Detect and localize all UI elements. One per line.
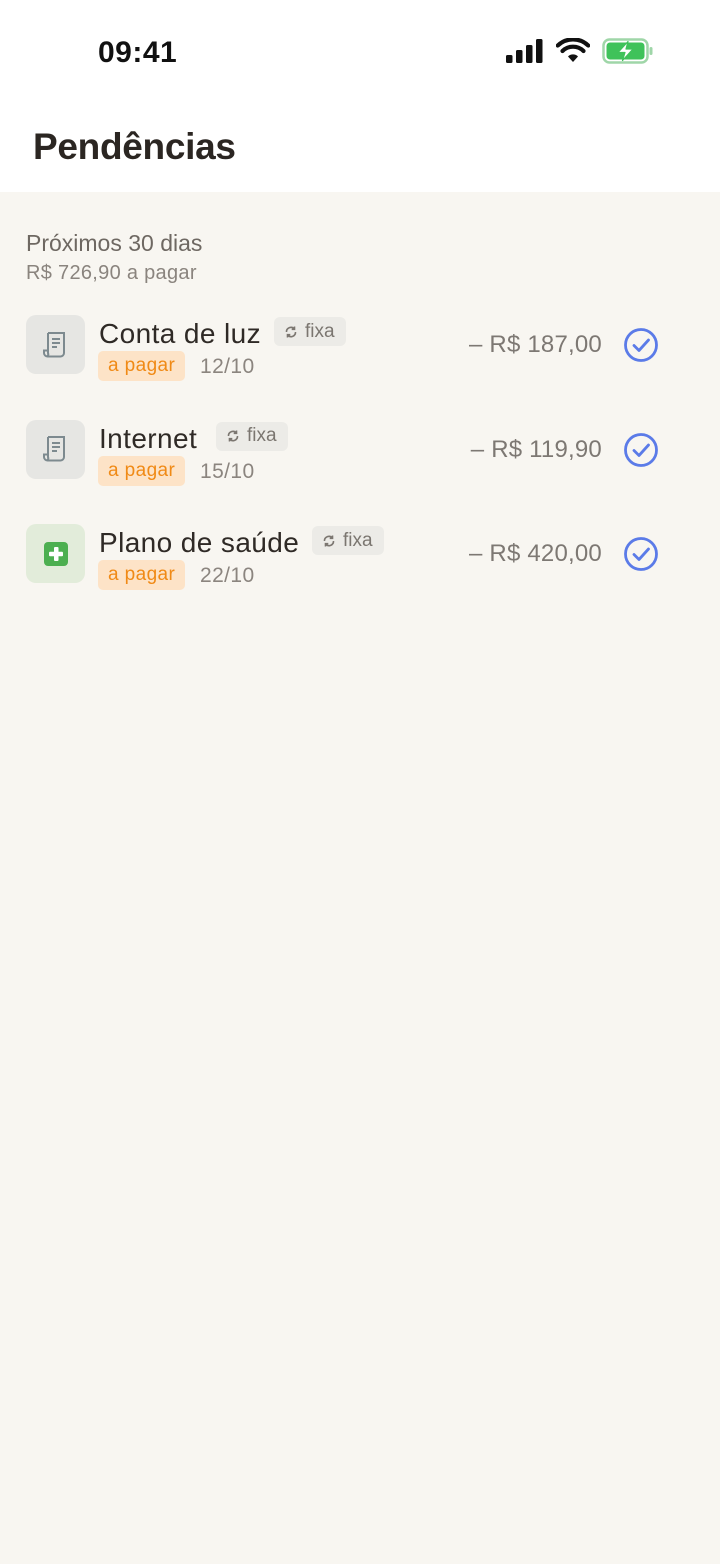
section-title: Próximos 30 dias xyxy=(26,230,203,256)
item-amount: – R$ 119,90 xyxy=(470,435,602,463)
recurring-icon xyxy=(227,430,239,442)
list-item[interactable]: Plano de saúde fixa a pagar 22/10 – R$ 4… xyxy=(26,514,694,619)
item-amount: – R$ 420,00 xyxy=(469,540,602,567)
page-title: Pendências xyxy=(33,126,236,167)
battery-charging-icon xyxy=(602,38,653,64)
pending-content: Próximos 30 dias R$ 726,90 a pagar Conta… xyxy=(0,192,720,619)
receipt-icon xyxy=(26,315,85,374)
item-amount: – R$ 187,00 xyxy=(469,331,602,358)
recurring-badge: fixa xyxy=(312,526,384,555)
receipt-icon xyxy=(26,419,85,479)
list-item[interactable]: Internet fixa a pagar 15/10 – R$ 119,90 xyxy=(26,410,694,515)
health-plus-icon xyxy=(26,524,85,583)
recurring-icon xyxy=(323,535,335,546)
recurring-label: fixa xyxy=(247,425,277,446)
top-bar: 09:41 Pendências xyxy=(0,0,720,192)
due-date: 15/10 xyxy=(200,459,255,483)
cellular-signal-icon xyxy=(506,39,543,63)
item-name: Conta de luz xyxy=(99,318,262,349)
section-total: R$ 726,90 a pagar xyxy=(26,262,197,284)
item-name: Internet xyxy=(99,422,198,454)
due-date: 22/10 xyxy=(200,564,255,587)
check-circle-icon[interactable] xyxy=(623,432,659,468)
check-circle-icon[interactable] xyxy=(623,536,659,572)
status-badge: a pagar xyxy=(98,560,186,590)
status-badge: a pagar xyxy=(98,351,186,381)
recurring-badge: fixa xyxy=(216,421,288,451)
status-time: 09:41 xyxy=(98,36,178,69)
status-badge: a pagar xyxy=(98,455,186,486)
wifi-icon xyxy=(556,38,590,62)
status-icons xyxy=(506,38,654,64)
recurring-icon xyxy=(285,326,297,337)
recurring-badge: fixa xyxy=(274,317,346,346)
item-name: Plano de saúde xyxy=(99,527,300,558)
pending-list: Conta de luz fixa a pagar 12/10 – R$ 187… xyxy=(26,305,694,619)
recurring-label: fixa xyxy=(305,320,335,342)
list-item[interactable]: Conta de luz fixa a pagar 12/10 – R$ 187… xyxy=(26,305,694,410)
recurring-label: fixa xyxy=(343,529,373,551)
check-circle-icon[interactable] xyxy=(623,327,659,363)
due-date: 12/10 xyxy=(200,355,255,378)
